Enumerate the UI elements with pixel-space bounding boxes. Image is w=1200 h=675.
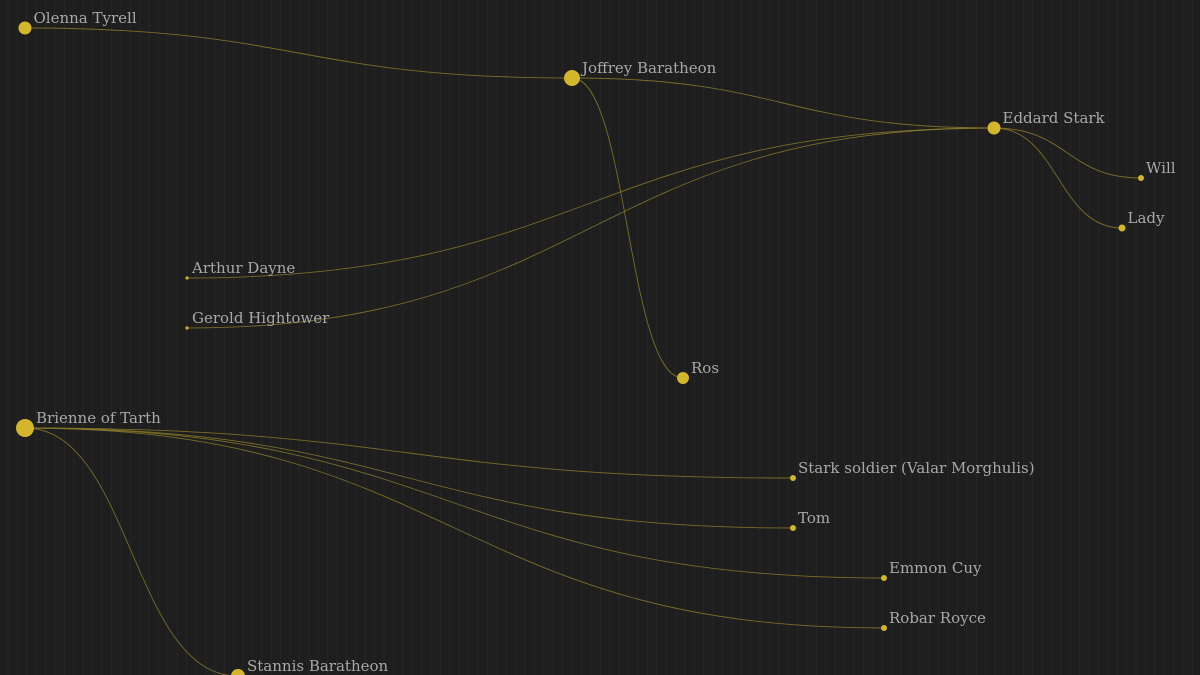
- node-label-emmon: Emmon Cuy: [889, 559, 982, 577]
- node-label-tom: Tom: [798, 509, 830, 527]
- node-label-brienne: Brienne of Tarth: [36, 409, 161, 427]
- network-graph: Olenna Tyrell Joffrey Baratheon Eddard Sta…: [7, 0, 1193, 675]
- node-label-stark_soldier: Stark soldier (Valar Morghulis): [798, 459, 1035, 477]
- node-label-will: Will: [1146, 159, 1176, 177]
- node-lady[interactable]: [1118, 224, 1126, 232]
- node-ros[interactable]: [677, 372, 689, 384]
- edge-layer: [24, 27, 1142, 675]
- background-stripes: [7, 0, 1193, 675]
- node-label-eddard: Eddard Stark: [1003, 109, 1106, 127]
- node-robar[interactable]: [881, 625, 887, 631]
- edge-olenna-joffrey: [24, 27, 573, 79]
- node-label-lady: Lady: [1128, 209, 1166, 227]
- node-label-joffrey: Joffrey Baratheon: [580, 59, 717, 77]
- edge-eddard-lady: [993, 127, 1123, 229]
- node-gerold[interactable]: [185, 326, 189, 330]
- network-diagram: Olenna Tyrell Joffrey Baratheon Eddard Sta…: [0, 0, 1200, 675]
- node-label-gerold: Gerold Hightower: [192, 309, 330, 327]
- node-brienne[interactable]: [16, 419, 34, 437]
- node-joffrey[interactable]: [564, 70, 580, 86]
- node-label-stannis: Stannis Baratheon: [247, 657, 389, 675]
- edge-joffrey-eddard: [571, 77, 995, 129]
- node-stark_soldier[interactable]: [790, 475, 796, 481]
- edge-brienne-stark_soldier: [24, 427, 794, 479]
- edge-brienne-stannis: [24, 427, 233, 675]
- edge-brienne-tom: [24, 427, 794, 529]
- node-label-olenna: Olenna Tyrell: [34, 9, 137, 27]
- node-eddard[interactable]: [987, 121, 1001, 135]
- node-label-arthur: Arthur Dayne: [191, 259, 295, 277]
- edge-eddard-will: [993, 127, 1142, 179]
- node-label-ros: Ros: [691, 359, 719, 377]
- node-label-robar: Robar Royce: [889, 609, 986, 627]
- edge-brienne-emmon: [24, 427, 885, 579]
- node-tom[interactable]: [790, 525, 796, 531]
- node-will[interactable]: [1138, 175, 1144, 181]
- node-olenna[interactable]: [18, 21, 32, 35]
- node-emmon[interactable]: [881, 575, 887, 581]
- node-arthur[interactable]: [185, 276, 189, 280]
